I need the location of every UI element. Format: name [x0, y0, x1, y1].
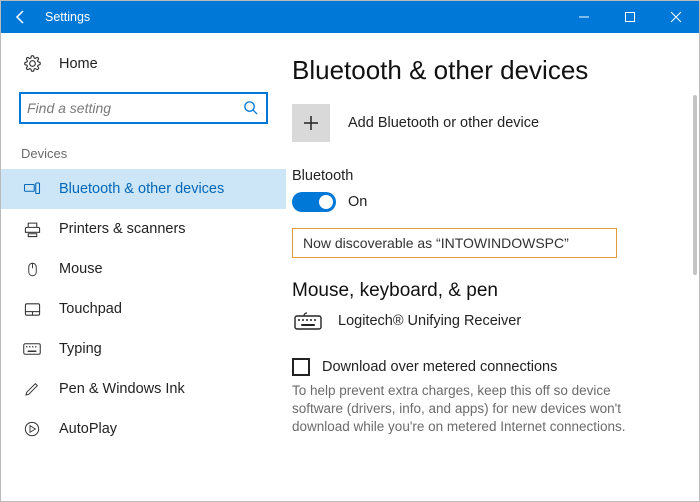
add-device-button[interactable]: Add Bluetooth or other device	[292, 104, 691, 142]
mouse-icon	[21, 261, 43, 278]
scrollbar[interactable]	[693, 95, 697, 275]
sidebar-item-label: Pen & Windows Ink	[59, 381, 185, 397]
sidebar-item-printers[interactable]: Printers & scanners	[1, 209, 286, 249]
sidebar-item-bluetooth[interactable]: Bluetooth & other devices	[1, 169, 286, 209]
sidebar-item-mouse[interactable]: Mouse	[1, 249, 286, 289]
device-item[interactable]: Logitech® Unifying Receiver	[292, 312, 691, 330]
device-label: Logitech® Unifying Receiver	[338, 313, 521, 329]
bluetooth-toggle[interactable]	[292, 192, 336, 212]
search-box[interactable]	[19, 92, 268, 124]
sidebar-item-touchpad[interactable]: Touchpad	[1, 289, 286, 329]
bluetooth-devices-icon	[21, 180, 43, 198]
sidebar-item-label: Printers & scanners	[59, 221, 186, 237]
maximize-button[interactable]	[607, 1, 653, 33]
sidebar-item-autoplay[interactable]: AutoPlay	[1, 409, 286, 449]
back-button[interactable]	[1, 1, 41, 33]
metered-checkbox-row[interactable]: Download over metered connections	[292, 358, 691, 376]
gear-icon	[21, 55, 43, 72]
sidebar-item-typing[interactable]: Typing	[1, 329, 286, 369]
checkbox-icon	[292, 358, 310, 376]
discoverable-status: Now discoverable as “INTOWINDOWSPC”	[292, 228, 617, 258]
metered-label: Download over metered connections	[322, 359, 557, 375]
plus-icon	[292, 104, 330, 142]
search-icon	[243, 100, 258, 115]
window-title: Settings	[41, 10, 561, 24]
sidebar-item-label: Mouse	[59, 261, 103, 277]
printer-icon	[21, 221, 43, 238]
content-pane: Bluetooth & other devices Add Bluetooth …	[286, 33, 699, 501]
metered-help-text: To help prevent extra charges, keep this…	[292, 382, 652, 437]
section-label: Devices	[1, 142, 286, 169]
page-title: Bluetooth & other devices	[292, 55, 691, 86]
sidebar-item-label: AutoPlay	[59, 421, 117, 437]
sidebar-item-pen[interactable]: Pen & Windows Ink	[1, 369, 286, 409]
home-label: Home	[59, 56, 98, 72]
titlebar: Settings	[1, 1, 699, 33]
touchpad-icon	[21, 302, 43, 317]
sidebar-item-label: Touchpad	[59, 301, 122, 317]
sidebar-item-label: Bluetooth & other devices	[59, 181, 224, 197]
minimize-button[interactable]	[561, 1, 607, 33]
keyboard-icon	[21, 342, 43, 356]
sidebar-item-label: Typing	[59, 341, 102, 357]
search-input[interactable]	[21, 94, 266, 122]
autoplay-icon	[21, 421, 43, 437]
sidebar: Home Devices Bluetooth & other devices	[1, 33, 286, 501]
pen-icon	[21, 381, 43, 397]
bluetooth-label: Bluetooth	[292, 168, 691, 184]
close-button[interactable]	[653, 1, 699, 33]
add-device-label: Add Bluetooth or other device	[348, 115, 539, 131]
home-nav[interactable]: Home	[1, 49, 286, 78]
keyboard-device-icon	[292, 312, 324, 330]
section-mouse-keyboard: Mouse, keyboard, & pen	[292, 280, 691, 302]
bluetooth-state: On	[348, 194, 367, 210]
